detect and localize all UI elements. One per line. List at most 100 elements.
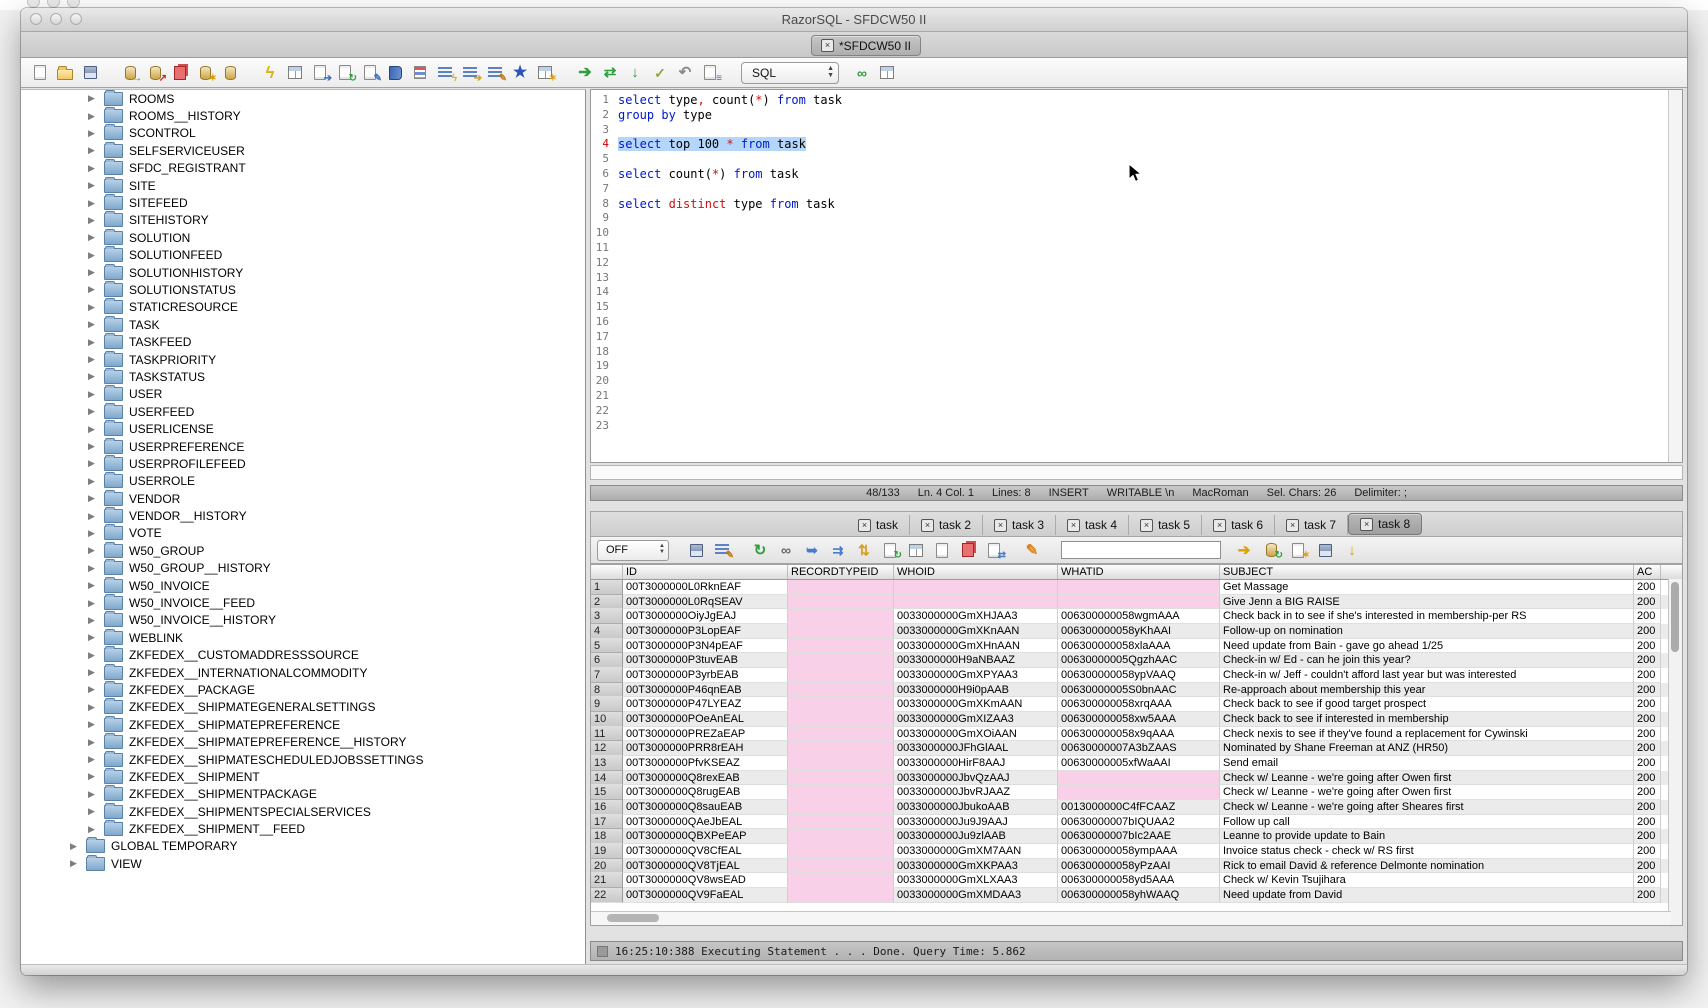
table-cell[interactable] bbox=[788, 785, 894, 800]
tree-item[interactable]: ▶WEBLINK bbox=[21, 629, 585, 646]
table-cell[interactable]: Invoice status check - check w/ RS first bbox=[1220, 844, 1634, 859]
table-cell[interactable]: 0033000000GmXLXAA3 bbox=[894, 873, 1058, 888]
table-cell[interactable] bbox=[788, 771, 894, 786]
table-cell[interactable]: 0013000000C4fFCAAZ bbox=[1058, 800, 1220, 815]
table-cell[interactable]: Check w/ Kevin Tsujihara bbox=[1220, 873, 1634, 888]
tree-item[interactable]: ▶VENDOR bbox=[21, 490, 585, 507]
table-cell[interactable]: 00T3000000OiyJgEAJ bbox=[623, 609, 788, 624]
tab-close-icon[interactable]: × bbox=[1067, 519, 1080, 532]
tree-item[interactable]: ▶SITEFEED bbox=[21, 194, 585, 211]
disclosure-triangle-icon[interactable]: ▶ bbox=[88, 250, 98, 261]
editor-vertical-scrollbar[interactable] bbox=[1668, 90, 1682, 462]
table-cell[interactable]: 00630000005S0bnAAC bbox=[1058, 683, 1220, 698]
tree-item[interactable]: ▶SCONTROL bbox=[21, 125, 585, 142]
code-line[interactable] bbox=[618, 419, 1668, 434]
table-cell[interactable]: 00T3000000PREZaEAP bbox=[623, 727, 788, 742]
tree-item[interactable]: ▶USERPROFILEFEED bbox=[21, 455, 585, 472]
stepper-icon[interactable]: ▲▼ bbox=[827, 65, 834, 79]
db-object-icon[interactable] bbox=[221, 64, 239, 82]
row-number-cell[interactable]: 21 bbox=[591, 873, 623, 888]
split-view-icon[interactable]: ⇉ bbox=[829, 541, 847, 559]
table-cell[interactable]: 006300000058ympAAA bbox=[1058, 844, 1220, 859]
refresh-query-icon[interactable]: ↻ bbox=[336, 64, 354, 82]
disclosure-triangle-icon[interactable]: ▶ bbox=[88, 284, 98, 295]
disclosure-triangle-icon[interactable]: ▶ bbox=[88, 615, 98, 626]
table-cell[interactable]: Follow-up on nomination bbox=[1220, 624, 1634, 639]
table-row[interactable]: 100T3000000L0RknEAFGet Massage200 bbox=[591, 580, 1682, 595]
row-number-cell[interactable]: 13 bbox=[591, 756, 623, 771]
row-number-cell[interactable]: 10 bbox=[591, 712, 623, 727]
disclosure-triangle-icon[interactable]: ▶ bbox=[88, 511, 98, 522]
tree-item[interactable]: ▶SOLUTIONHISTORY bbox=[21, 264, 585, 281]
table-row[interactable]: 700T3000000P3yrbEAB0033000000GmXPYAA3006… bbox=[591, 668, 1682, 683]
open-file-icon[interactable] bbox=[56, 64, 74, 82]
table-cell[interactable] bbox=[788, 580, 894, 595]
disclosure-triangle-icon[interactable]: ▶ bbox=[88, 824, 98, 835]
tree-item[interactable]: ▶ROOMS__HISTORY bbox=[21, 107, 585, 124]
disclosure-triangle-icon[interactable]: ▶ bbox=[88, 563, 98, 574]
edit-query-icon[interactable]: ✎ bbox=[361, 64, 379, 82]
tree-item[interactable]: ▶STATICRESOURCE bbox=[21, 299, 585, 316]
table-cell[interactable]: 006300000058ypVAAQ bbox=[1058, 668, 1220, 683]
code-area[interactable]: select type, count(*) from taskgroup by … bbox=[613, 90, 1668, 462]
table-cell[interactable]: 0033000000GmXKmAAN bbox=[894, 697, 1058, 712]
table-cell[interactable]: 0033000000JbvQzAAJ bbox=[894, 771, 1058, 786]
tab-close-icon[interactable]: × bbox=[858, 519, 871, 532]
tree-item[interactable]: ▶USERLICENSE bbox=[21, 420, 585, 437]
table-cell[interactable]: Check w/ Leanne - we're going after Owen… bbox=[1220, 771, 1634, 786]
rollback-icon[interactable]: ↶ bbox=[676, 64, 694, 82]
disclosure-triangle-icon[interactable]: ▶ bbox=[88, 337, 98, 348]
tree-item[interactable]: ▶ROOMS bbox=[21, 90, 585, 107]
tree-item[interactable]: ▶ZKFEDEX__SHIPMENT bbox=[21, 768, 585, 785]
tab-close-icon[interactable]: × bbox=[994, 519, 1007, 532]
table-row[interactable]: 800T3000000P46qnEAB0033000000H9i0pAAB006… bbox=[591, 683, 1682, 698]
code-line[interactable] bbox=[618, 285, 1668, 300]
table-cell[interactable]: Need update from David bbox=[1220, 888, 1634, 903]
row-number-cell[interactable]: 12 bbox=[591, 741, 623, 756]
table-cell[interactable]: 0033000000H9i0pAAB bbox=[894, 683, 1058, 698]
column-header-AC[interactable]: AC bbox=[1634, 565, 1661, 579]
tree-item[interactable]: ▶SFDC_REGISTRANT bbox=[21, 160, 585, 177]
tree-item[interactable]: ▶TASK bbox=[21, 316, 585, 333]
table-cell[interactable]: 00T3000000QBXPeEAP bbox=[623, 829, 788, 844]
table-cell[interactable]: 200 bbox=[1634, 829, 1661, 844]
row-number-cell[interactable]: 1 bbox=[591, 580, 623, 595]
tree-item[interactable]: ▶VENDOR__HISTORY bbox=[21, 507, 585, 524]
disclosure-triangle-icon[interactable]: ▶ bbox=[88, 267, 98, 278]
table-cell[interactable]: Rick to email David & reference Delmonte… bbox=[1220, 859, 1634, 874]
table-cell[interactable]: 0033000000GmXOiAAN bbox=[894, 727, 1058, 742]
code-line[interactable] bbox=[618, 345, 1668, 360]
disclosure-triangle-icon[interactable]: ▶ bbox=[88, 789, 98, 800]
disclosure-triangle-icon[interactable]: ▶ bbox=[88, 545, 98, 556]
new-db-object-icon[interactable]: ✶ bbox=[196, 64, 214, 82]
table-cell[interactable]: 006300000058x9qAAA bbox=[1058, 727, 1220, 742]
disclosure-triangle-icon[interactable]: ▶ bbox=[88, 754, 98, 765]
disclosure-triangle-icon[interactable]: ▶ bbox=[88, 667, 98, 678]
tree-item[interactable]: ▶W50_GROUP__HISTORY bbox=[21, 560, 585, 577]
table-cell[interactable] bbox=[788, 829, 894, 844]
disclosure-triangle-icon[interactable]: ▶ bbox=[88, 180, 98, 191]
table-vertical-scrollbar[interactable] bbox=[1668, 579, 1682, 926]
table-cell[interactable]: 00T3000000PRR8rEAH bbox=[623, 741, 788, 756]
tree-item[interactable]: ▶USERPREFERENCE bbox=[21, 438, 585, 455]
table-cell[interactable]: 0033000000H9aNBAAZ bbox=[894, 653, 1058, 668]
table-tools-icon[interactable]: ✶ bbox=[536, 64, 554, 82]
row-limit-select[interactable]: OFF ▲▼ bbox=[597, 540, 669, 561]
table-cell[interactable]: 00T3000000L0RknEAF bbox=[623, 580, 788, 595]
table-cell[interactable]: 006300000058yPzAAI bbox=[1058, 859, 1220, 874]
table-cell[interactable]: 200 bbox=[1634, 639, 1661, 654]
row-number-cell[interactable]: 19 bbox=[591, 844, 623, 859]
table-cell[interactable]: Check w/ Leanne - we're going after Owen… bbox=[1220, 785, 1634, 800]
table-cell[interactable]: 00630000007bIc2AAE bbox=[1058, 829, 1220, 844]
table-cell[interactable]: Check back in to see if she's interested… bbox=[1220, 609, 1634, 624]
table-cell[interactable] bbox=[788, 727, 894, 742]
table-cell[interactable]: 00T3000000QV8CfEAL bbox=[623, 844, 788, 859]
table-cell[interactable]: 200 bbox=[1634, 771, 1661, 786]
table-cell[interactable]: 200 bbox=[1634, 580, 1661, 595]
code-line[interactable] bbox=[618, 315, 1668, 330]
tree-item[interactable]: ▶ZKFEDEX__SHIPMENTSPECIALSERVICES bbox=[21, 803, 585, 820]
transpose-view-icon[interactable]: ⇄ bbox=[985, 541, 1003, 559]
go-icon[interactable]: ➔ bbox=[576, 64, 594, 82]
disclosure-triangle-icon[interactable]: ▶ bbox=[88, 684, 98, 695]
commit-icon[interactable]: ✓ bbox=[651, 64, 669, 82]
